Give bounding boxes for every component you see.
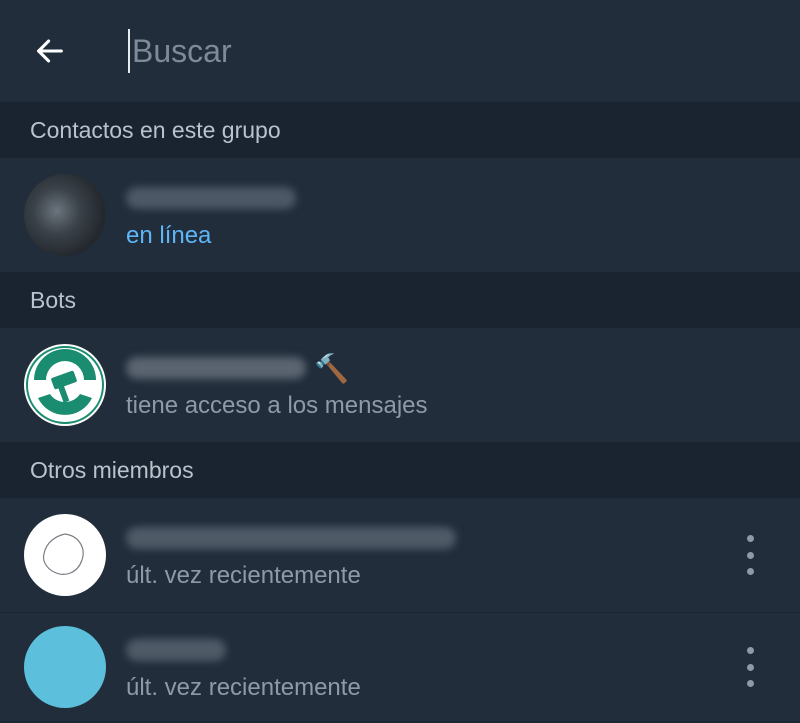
- more-vertical-icon[interactable]: [738, 647, 762, 687]
- avatar: [24, 514, 106, 596]
- bot-row[interactable]: 🔨 tiene acceso a los mensajes: [0, 328, 800, 442]
- member-status: últ. vez recientemente: [126, 674, 361, 701]
- contact-name-redacted: [126, 187, 296, 209]
- member-row[interactable]: últ. vez recientemente: [0, 612, 800, 721]
- text-caret: [128, 29, 130, 73]
- contact-row[interactable]: en línea: [0, 158, 800, 272]
- banhammer-bot-logo: [26, 346, 104, 424]
- arrow-left-icon: [37, 39, 63, 63]
- member-status: últ. vez recientemente: [126, 562, 361, 589]
- top-bar: [0, 0, 800, 102]
- bot-name-redacted: [126, 357, 306, 379]
- search-field[interactable]: [128, 26, 692, 76]
- section-title: Bots: [30, 286, 77, 313]
- section-title: Contactos en este grupo: [30, 116, 281, 143]
- section-title: Otros miembros: [30, 456, 194, 483]
- avatar: [24, 344, 106, 426]
- section-header-others: Otros miembros: [0, 442, 800, 498]
- search-input[interactable]: [132, 32, 692, 70]
- member-name-redacted: [126, 527, 456, 549]
- member-name-redacted: [126, 639, 226, 661]
- section-header-bots: Bots: [0, 272, 800, 328]
- avatar: [24, 174, 106, 256]
- contact-status: en línea: [126, 222, 212, 249]
- section-header-contacts: Contactos en este grupo: [0, 102, 800, 158]
- avatar: [24, 626, 106, 708]
- member-row[interactable]: últ. vez recientemente: [0, 498, 800, 612]
- more-vertical-icon[interactable]: [738, 535, 762, 575]
- bot-status: tiene acceso a los mensajes: [126, 392, 428, 419]
- hammer-icon: 🔨: [314, 352, 349, 384]
- avatar-swirl-graphic: [42, 533, 84, 575]
- back-button[interactable]: [0, 0, 100, 102]
